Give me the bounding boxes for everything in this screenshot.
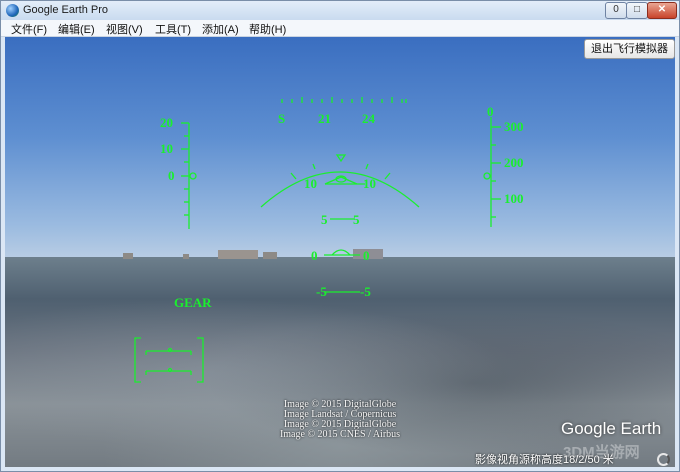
pitch-label-5-right: 5 bbox=[353, 212, 360, 227]
speed-label-10: 10 bbox=[160, 141, 173, 156]
altitude-label-200: 200 bbox=[504, 155, 524, 170]
heading-label-24: 24 bbox=[362, 111, 376, 126]
title-bar[interactable]: Google Earth Pro 0 □ ✕ bbox=[1, 1, 679, 20]
menu-bar: 文件(F) 编辑(E) 视图(V) 工具(T) 添加(A) 帮助(H) bbox=[1, 20, 679, 37]
pitch-label-10-right: 10 bbox=[363, 176, 376, 191]
heading-label-s: S bbox=[278, 111, 285, 126]
exit-flight-simulator-button[interactable]: 退出飞行模拟器 bbox=[584, 39, 675, 59]
altitude-label-100: 100 bbox=[504, 191, 524, 206]
menu-tools[interactable]: 工具(T) bbox=[155, 21, 191, 37]
maximize-button[interactable]: □ bbox=[626, 2, 648, 19]
menu-view[interactable]: 视图(V) bbox=[106, 21, 143, 37]
altitude-label-0: 0 bbox=[487, 104, 494, 119]
minimize-button[interactable]: 0 bbox=[605, 2, 627, 19]
imagery-credits: Image © 2015 DigitalGlobe Image Landsat … bbox=[235, 400, 445, 440]
app-window: Google Earth Pro 0 □ ✕ 文件(F) 编辑(E) 视图(V)… bbox=[0, 0, 680, 472]
menu-file[interactable]: 文件(F) bbox=[11, 21, 47, 37]
close-button[interactable]: ✕ bbox=[647, 2, 677, 19]
speed-label-20: 20 bbox=[160, 115, 173, 130]
menu-edit[interactable]: 编辑(E) bbox=[58, 21, 95, 37]
speed-label-0: 0 bbox=[168, 168, 175, 183]
google-earth-icon bbox=[6, 4, 19, 17]
google-earth-logo: Google Earth bbox=[561, 419, 662, 438]
pitch-label-5-left: 5 bbox=[321, 212, 328, 227]
window-title: Google Earth Pro bbox=[23, 4, 108, 16]
pitch-label-0-left: 0 bbox=[311, 248, 318, 263]
heading-label-21: 21 bbox=[318, 111, 331, 126]
menu-add[interactable]: 添加(A) bbox=[202, 21, 239, 37]
menu-help[interactable]: 帮助(H) bbox=[249, 21, 286, 37]
gear-indicator-label: GEAR bbox=[174, 295, 212, 310]
altitude-label-300: 300 bbox=[504, 119, 524, 134]
pitch-label-minus5-right: -5 bbox=[360, 284, 371, 299]
earth-viewport[interactable]: S 21 24 20 10 0 0 300 200 100 10 10 5 5 … bbox=[5, 37, 675, 467]
credit-line: Image © 2015 CNES / Airbus bbox=[279, 429, 401, 440]
loading-spinner-icon bbox=[657, 453, 670, 466]
pitch-label-minus5-left: -5 bbox=[316, 284, 327, 299]
pitch-label-0-right: 0 bbox=[363, 248, 370, 263]
status-bar-text: 影像视角源称高度18/2/50 米 bbox=[475, 454, 614, 466]
pitch-label-10-left: 10 bbox=[304, 176, 317, 191]
